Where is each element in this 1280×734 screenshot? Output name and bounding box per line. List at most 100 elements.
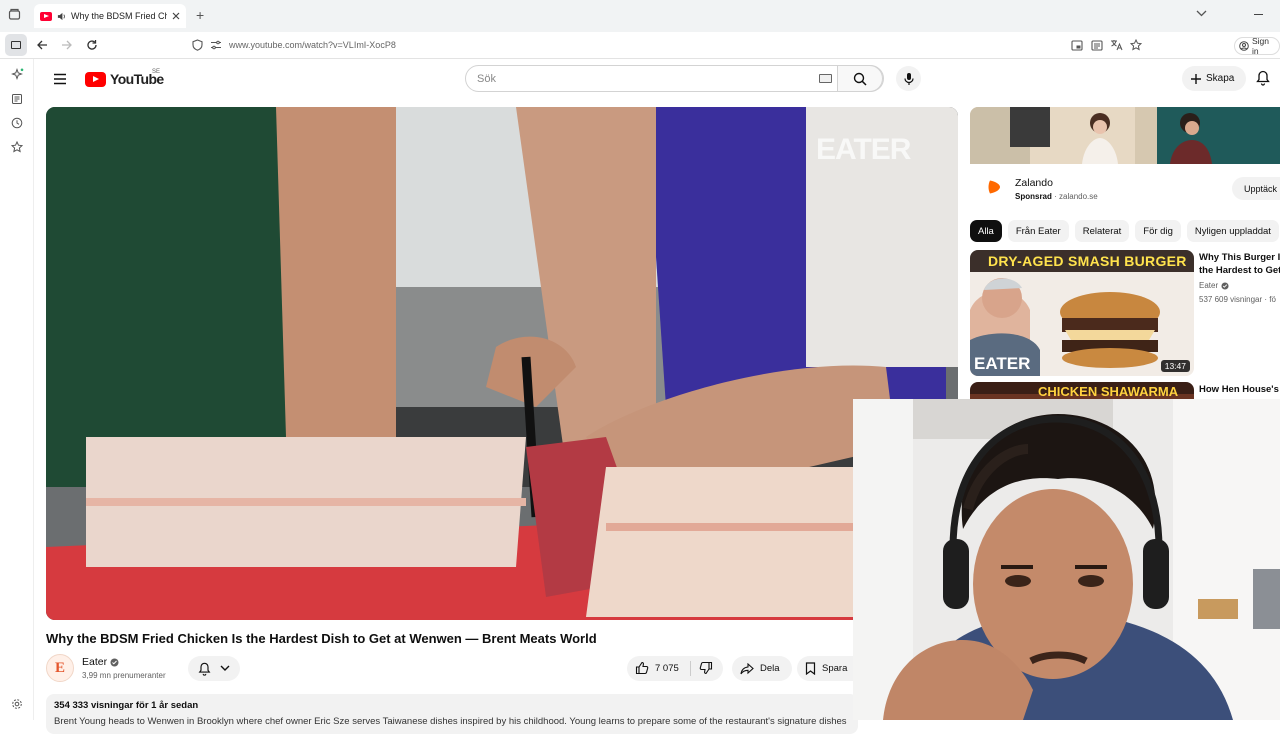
like-button[interactable]: 7 075 (635, 661, 679, 675)
ad-banner-illustration (970, 107, 1280, 164)
recommendation-thumbnail[interactable]: DRY-AGED SMASH BURGER EATER 13:47 (970, 250, 1194, 376)
browser-sidebar-rail (0, 59, 34, 720)
recommendation-title-line: Why This Burger Is (1199, 252, 1280, 263)
new-tab-button[interactable]: + (196, 8, 204, 22)
forward-icon[interactable] (61, 39, 73, 51)
minimize-window-icon[interactable] (1254, 14, 1263, 16)
create-button[interactable]: Skapa (1182, 66, 1247, 91)
search-button[interactable] (837, 65, 883, 92)
plus-icon (1190, 73, 1202, 85)
subscriber-count: 3,99 mn prenumeranter (82, 671, 166, 680)
thumbnail-brand: EATER (974, 354, 1031, 373)
chip-recently-uploaded[interactable]: Nyligen uppladdat (1186, 220, 1279, 242)
reload-icon[interactable] (86, 39, 98, 51)
zalando-logo-icon[interactable] (980, 173, 1008, 201)
ad-cta-button[interactable]: Upptäck (1232, 177, 1280, 200)
sidebar-toggle-button[interactable] (5, 34, 27, 56)
tab-list-chevron-icon[interactable] (1196, 10, 1207, 17)
like-divider (690, 661, 691, 676)
chip-all[interactable]: Alla (970, 220, 1002, 242)
channel-name-link[interactable]: Eater (82, 656, 119, 668)
sign-in-label: Sign in (1252, 36, 1270, 56)
notifications-bell-icon[interactable] (1256, 70, 1270, 86)
microphone-icon (903, 72, 914, 86)
search-input[interactable] (477, 72, 807, 85)
subscription-notifications-button[interactable] (188, 656, 240, 681)
region-code: SE (152, 69, 161, 75)
youtube-play-logo-icon (85, 71, 106, 87)
share-arrow-icon (740, 662, 754, 675)
channel-name: Eater (82, 656, 108, 668)
share-button[interactable]: Dela (732, 656, 792, 681)
ad-advertiser-name[interactable]: Zalando (1015, 177, 1053, 189)
video-watermark: EATER (816, 133, 911, 166)
share-label: Dela (760, 663, 780, 674)
video-player[interactable]: EATER (46, 107, 958, 620)
channel-avatar[interactable]: E (46, 654, 74, 682)
browser-tab-active[interactable]: Why the BDSM Fried Chicke (34, 4, 186, 28)
bookmark-star-icon[interactable] (1130, 39, 1142, 51)
verified-check-icon (110, 658, 119, 667)
recommendation-title[interactable]: Why This Burger Is the Hardest to Get (1199, 251, 1280, 277)
chip-for-you[interactable]: För dig (1135, 220, 1181, 242)
channel-avatar-initial: E (54, 659, 65, 676)
settings-gear-icon[interactable] (11, 698, 23, 710)
voice-search-button[interactable] (896, 66, 921, 91)
dislike-button[interactable] (699, 661, 713, 675)
keyboard-icon[interactable] (819, 74, 832, 83)
youtube-favicon-icon (40, 11, 52, 21)
ad-domain: zalando.se (1059, 192, 1098, 201)
workspaces-icon[interactable] (8, 8, 21, 21)
bell-icon (198, 662, 211, 676)
video-description[interactable]: 354 333 visningar för 1 år sedan Brent Y… (46, 694, 858, 734)
video-frame-illustration (46, 107, 958, 620)
webcam-person-illustration (853, 399, 1280, 720)
youtube-logo[interactable]: YouTube SE (85, 69, 164, 87)
bookmarks-star-icon[interactable] (11, 141, 23, 153)
sponsored-label: Sponsrad (1015, 192, 1052, 201)
description-text: Brent Young heads to Wenwen in Brooklyn … (54, 716, 847, 727)
recommendation-channel-name: Eater (1199, 281, 1219, 290)
save-bookmark-icon (805, 662, 816, 675)
recommendation-title-line: How Hen House's C (1199, 384, 1280, 395)
history-icon[interactable] (11, 117, 23, 129)
recommendation-channel[interactable]: Eater (1199, 281, 1229, 290)
tab-close-icon[interactable] (172, 12, 180, 20)
chevron-down-icon (220, 665, 230, 672)
video-title: Why the BDSM Fried Chicken Is the Hardes… (46, 631, 597, 646)
thumbs-up-icon (635, 661, 649, 675)
address-bar-url[interactable]: www.youtube.com/watch?v=VLImI-XocP8 (229, 40, 396, 50)
back-icon[interactable] (36, 39, 48, 51)
tab-title: Why the BDSM Fried Chicke (71, 11, 167, 21)
save-label: Spara (822, 663, 848, 674)
ad-sponsored-line: Sponsrad · zalando.se (1015, 192, 1098, 201)
ai-sparkle-icon[interactable] (11, 68, 24, 81)
sidebar-panel-icon (11, 41, 21, 49)
thumbnail-overlay-text: DRY-AGED SMASH BURGER (988, 253, 1187, 269)
create-label: Skapa (1206, 73, 1235, 84)
sign-in-button[interactable]: Sign in (1234, 36, 1280, 56)
speaker-icon[interactable] (57, 12, 66, 21)
account-icon (1239, 41, 1249, 51)
ad-banner-image[interactable] (970, 107, 1280, 164)
verified-check-icon (1221, 281, 1229, 290)
filter-chips: Alla Från Eater Relaterat För dig Nylige… (970, 220, 1279, 242)
reader-view-icon[interactable] (1091, 40, 1103, 51)
thumbnail-overlay-text: CHICKEN SHAWARMA (1038, 384, 1179, 399)
chip-related[interactable]: Relaterat (1074, 220, 1130, 242)
guide-menu-icon[interactable] (53, 73, 67, 85)
search-box (465, 65, 884, 92)
thumbs-down-icon (699, 661, 713, 675)
chip-from-eater[interactable]: Från Eater (1007, 220, 1069, 242)
like-dislike-group: 7 075 (627, 656, 723, 681)
like-count: 7 075 (655, 662, 679, 674)
recommendation-title[interactable]: How Hen House's C (1199, 383, 1280, 396)
picture-in-picture-icon[interactable] (1071, 40, 1083, 51)
site-info-shield-icon[interactable] (192, 39, 203, 51)
browser-tab-strip: Why the BDSM Fried Chicke + (0, 0, 1280, 32)
video-duration: 13:47 (1160, 360, 1190, 372)
site-permissions-icon[interactable] (210, 40, 222, 50)
translate-icon[interactable] (1110, 39, 1123, 51)
views-and-date: 354 333 visningar för 1 år sedan (54, 700, 199, 711)
reading-list-icon[interactable] (11, 93, 23, 105)
